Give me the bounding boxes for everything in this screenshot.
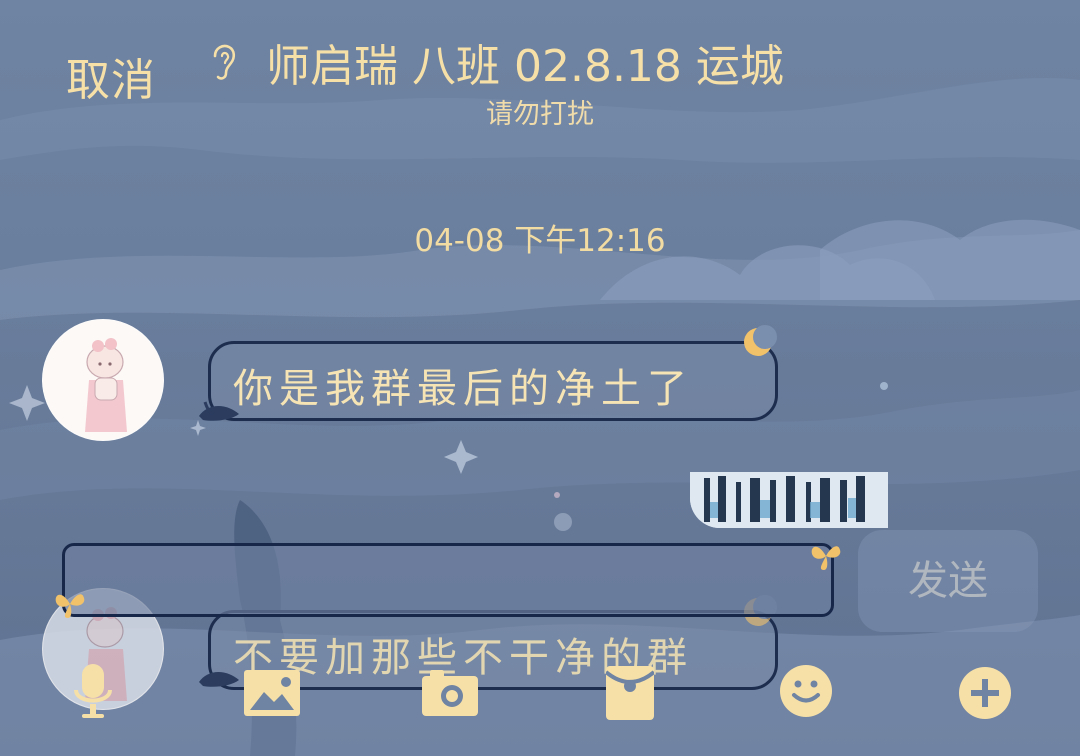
avatar[interactable] — [42, 319, 164, 441]
message-timestamp: 04-08 下午12:16 — [414, 223, 666, 259]
send-button[interactable]: 发送 — [858, 530, 1038, 632]
plus-icon[interactable] — [958, 666, 1012, 720]
photo-content — [690, 472, 888, 528]
ear-icon — [213, 44, 236, 80]
status-subtitle: 请勿打扰 — [486, 99, 594, 130]
microphone-icon[interactable] — [68, 660, 118, 720]
avatar-illustration — [43, 320, 163, 440]
message-input[interactable] — [62, 543, 834, 617]
chat-title: 师启瑞 八班 02.8.18 运城 — [266, 41, 784, 92]
emoji-icon[interactable] — [779, 664, 833, 718]
red-packet-icon[interactable] — [606, 666, 654, 720]
image-message-thumbnail[interactable] — [690, 472, 888, 528]
message-text: 你是我群最后的净土了 — [233, 366, 693, 412]
image-icon[interactable] — [244, 670, 300, 716]
message-bubble[interactable]: 你是我群最后的净土了 — [208, 341, 778, 421]
camera-icon[interactable] — [422, 670, 478, 716]
